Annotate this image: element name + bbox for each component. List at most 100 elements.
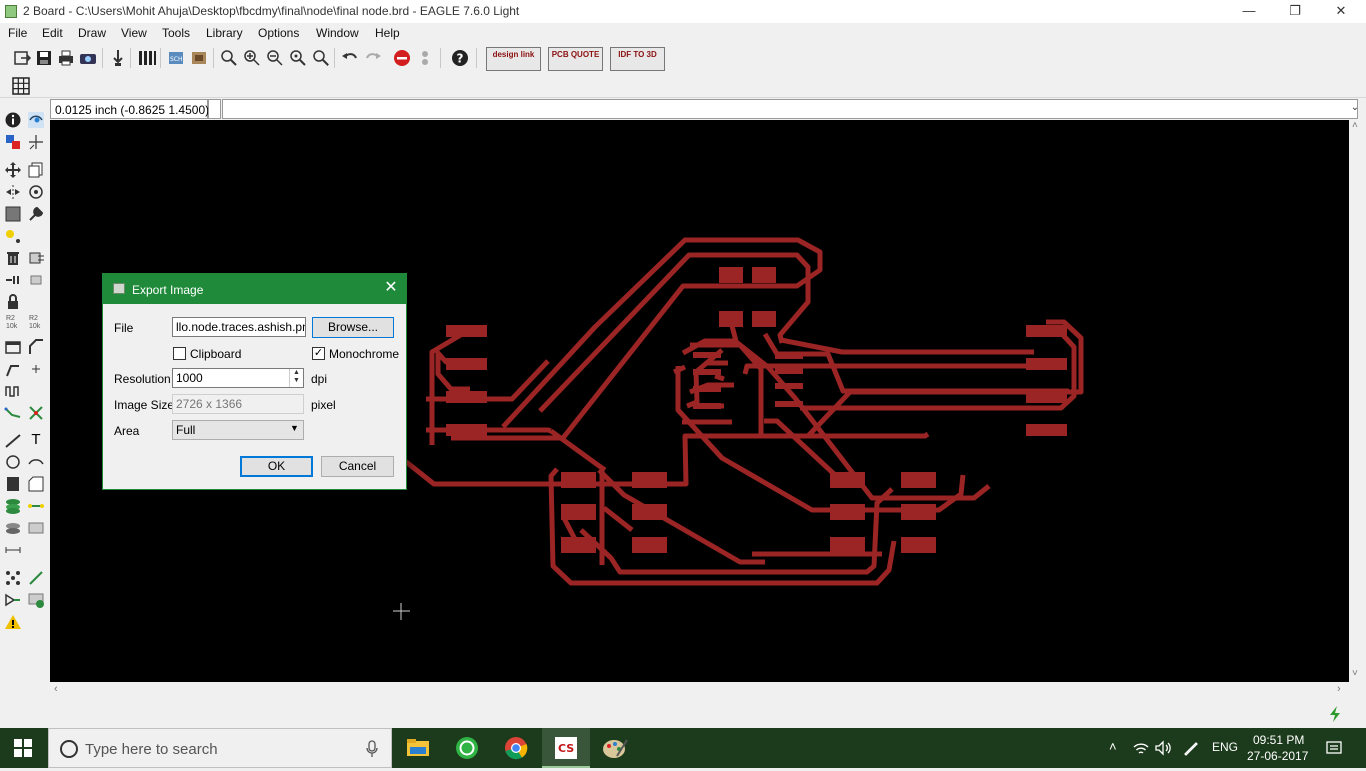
eagle-taskbar-icon[interactable]: CS: [542, 728, 590, 768]
optimize-icon[interactable]: [27, 360, 45, 378]
polygon-icon[interactable]: [27, 475, 45, 493]
menu-tools[interactable]: Tools: [162, 26, 190, 40]
lock-icon[interactable]: [4, 293, 22, 311]
command-line-input[interactable]: [222, 99, 1358, 119]
delete-icon[interactable]: [4, 249, 22, 267]
maximize-button[interactable]: ❐: [1272, 0, 1318, 23]
via-icon[interactable]: [4, 497, 22, 515]
zoom-select-icon[interactable]: [311, 48, 331, 68]
cam-processor-icon[interactable]: [78, 48, 98, 68]
redo-icon[interactable]: [363, 48, 383, 68]
display-layers-icon[interactable]: [4, 133, 22, 151]
change-icon[interactable]: [27, 205, 45, 223]
value-tool-label[interactable]: R2 10k: [29, 315, 45, 331]
menu-help[interactable]: Help: [375, 26, 400, 40]
clock-time[interactable]: 09:51 PM: [1253, 733, 1304, 747]
zoom-fit-icon[interactable]: [219, 48, 239, 68]
arc-icon[interactable]: [27, 453, 45, 471]
notifications-icon[interactable]: [1325, 739, 1343, 757]
board-switch-icon[interactable]: [190, 48, 210, 68]
design-link-button[interactable]: design link: [486, 47, 541, 71]
paste-icon[interactable]: [4, 227, 22, 245]
spinner-up-icon[interactable]: ▲: [290, 369, 303, 377]
ok-button[interactable]: OK: [240, 456, 313, 477]
menu-window[interactable]: Window: [316, 26, 359, 40]
menu-file[interactable]: File: [8, 26, 27, 40]
wifi-icon[interactable]: [1132, 739, 1150, 757]
minimize-button[interactable]: —: [1226, 0, 1272, 23]
copy-icon[interactable]: [27, 161, 45, 179]
run-ulp-icon[interactable]: [108, 48, 128, 68]
miter-icon[interactable]: [27, 338, 45, 356]
windows-start-icon[interactable]: [14, 739, 32, 757]
split-icon[interactable]: [4, 360, 22, 378]
mark-icon[interactable]: [27, 133, 45, 151]
scroll-left-icon[interactable]: ‹: [54, 683, 58, 695]
ratsnest-icon[interactable]: [4, 569, 22, 587]
rect-icon[interactable]: [4, 475, 22, 493]
language-indicator[interactable]: ENG: [1212, 740, 1238, 754]
clipboard-checkbox[interactable]: [173, 347, 186, 360]
idf-to-3d-button[interactable]: IDF TO 3D: [610, 47, 665, 71]
spinner-down-icon[interactable]: ▼: [290, 377, 303, 385]
print-icon[interactable]: [56, 48, 76, 68]
help-icon[interactable]: ?: [450, 48, 470, 68]
show-icon[interactable]: [27, 111, 45, 129]
zoom-out-icon[interactable]: [265, 48, 285, 68]
resolution-input[interactable]: 1000: [172, 368, 304, 388]
chrome-taskbar-icon[interactable]: [492, 728, 540, 768]
circle-icon[interactable]: [4, 453, 22, 471]
name-tool-label[interactable]: R2 10k: [6, 315, 22, 331]
mirror-icon[interactable]: [4, 183, 22, 201]
file-explorer-taskbar-icon[interactable]: [394, 728, 442, 768]
cancel-button[interactable]: Cancel: [321, 456, 394, 477]
volume-icon[interactable]: [1154, 739, 1172, 757]
scroll-up-icon[interactable]: ˄: [1352, 120, 1358, 131]
move-icon[interactable]: [4, 161, 22, 179]
rotate-icon[interactable]: [27, 183, 45, 201]
whatsapp-taskbar-icon[interactable]: [443, 728, 491, 768]
meander-icon[interactable]: [4, 382, 22, 400]
scroll-down-icon[interactable]: ˅: [1352, 668, 1358, 679]
group-icon[interactable]: [4, 205, 22, 223]
text-tool-icon[interactable]: T: [27, 431, 45, 449]
menu-options[interactable]: Options: [258, 26, 299, 40]
go-icon[interactable]: [415, 48, 435, 68]
resolution-spinner[interactable]: ▲ ▼: [289, 369, 303, 387]
layer-settings-icon[interactable]: [137, 48, 157, 68]
zoom-in-icon[interactable]: [242, 48, 262, 68]
clock-date[interactable]: 27-06-2017: [1247, 749, 1308, 763]
pcb-quote-button[interactable]: PCB QUOTE: [548, 47, 603, 71]
pinswap-icon[interactable]: [27, 271, 45, 289]
smash-icon[interactable]: [4, 338, 22, 356]
coordinate-toggle[interactable]: [208, 99, 221, 119]
errors-warning-icon[interactable]: [4, 613, 22, 631]
chevron-down-icon[interactable]: ▼: [290, 423, 299, 433]
close-window-button[interactable]: ✕: [1318, 0, 1364, 23]
microphone-icon[interactable]: [365, 740, 379, 758]
dialog-close-button[interactable]: ✕: [383, 279, 399, 297]
undo-icon[interactable]: [340, 48, 360, 68]
route-icon[interactable]: [4, 404, 22, 422]
chevron-up-icon[interactable]: ˄: [1109, 739, 1123, 755]
redraw-icon[interactable]: [288, 48, 308, 68]
pen-icon[interactable]: [1182, 739, 1200, 757]
menu-view[interactable]: View: [121, 26, 147, 40]
erc-icon[interactable]: [4, 591, 22, 609]
autorouter-icon[interactable]: [27, 569, 45, 587]
browse-button[interactable]: Browse...: [312, 317, 394, 338]
monochrome-checkbox[interactable]: ✓: [312, 347, 325, 360]
hole-icon[interactable]: [4, 519, 22, 537]
menu-draw[interactable]: Draw: [78, 26, 106, 40]
info-icon[interactable]: [4, 111, 22, 129]
horizontal-scrollbar[interactable]: ‹ ›: [50, 682, 1349, 699]
lightning-icon[interactable]: [1326, 705, 1344, 723]
attribute-icon[interactable]: [27, 519, 45, 537]
scroll-right-icon[interactable]: ›: [1337, 683, 1341, 695]
schematic-switch-icon[interactable]: SCH: [167, 48, 187, 68]
wire-icon[interactable]: [4, 431, 22, 449]
add-icon[interactable]: [4, 271, 22, 289]
stop-icon[interactable]: [392, 48, 412, 68]
ripup-icon[interactable]: [27, 404, 45, 422]
taskbar-search-box[interactable]: Type here to search: [48, 728, 392, 768]
